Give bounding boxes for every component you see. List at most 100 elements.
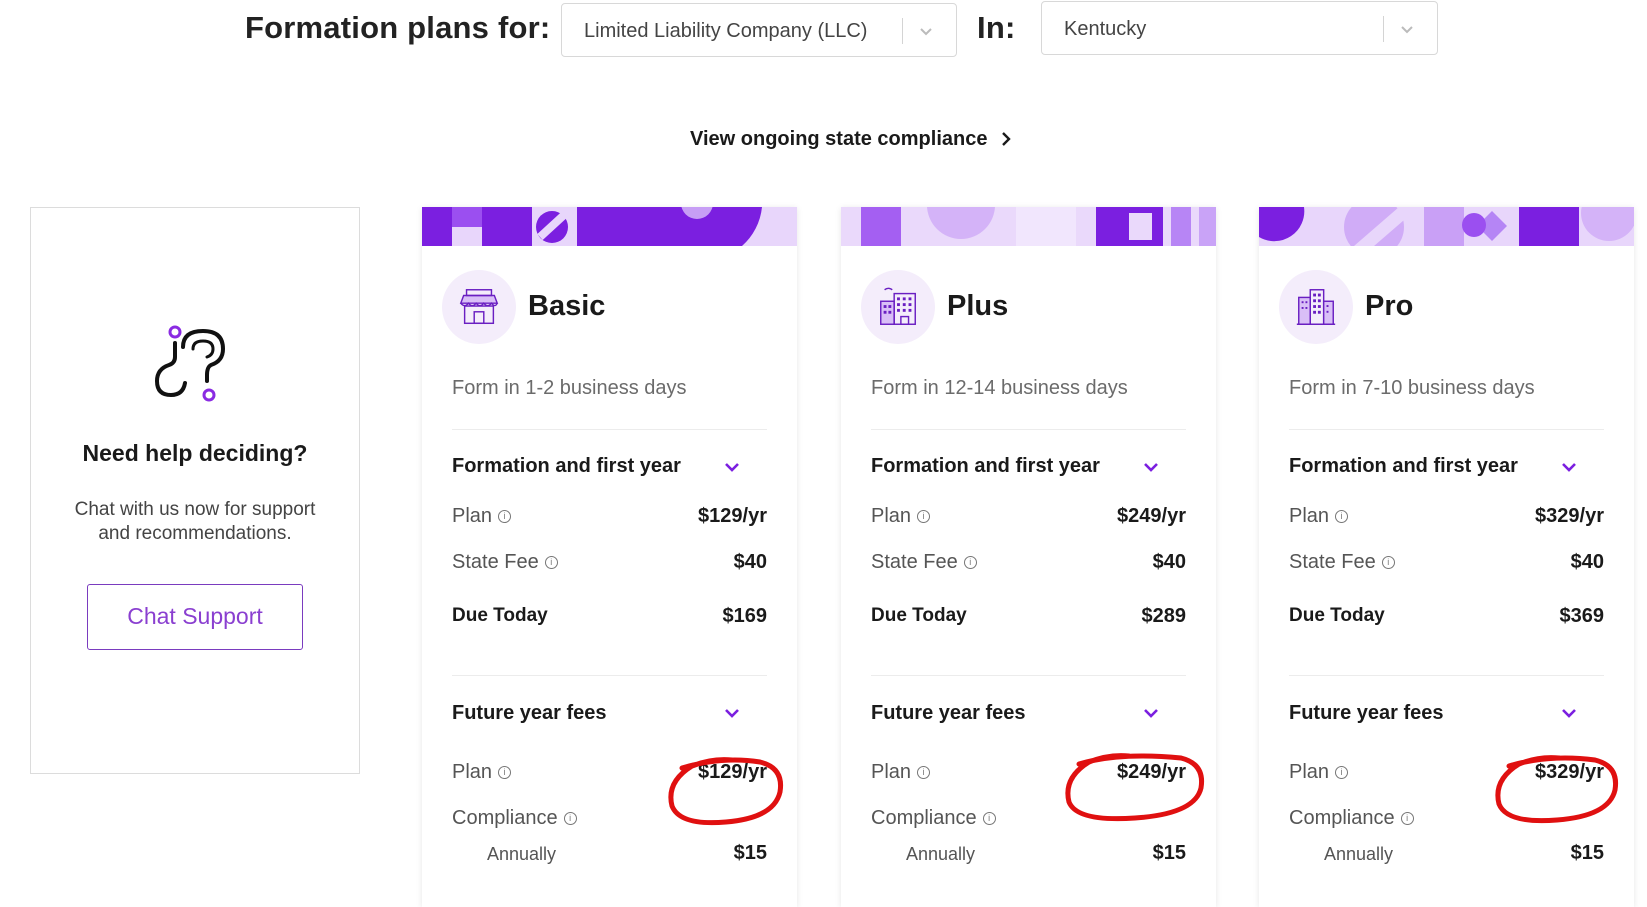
future-plan-row-label: Plan i: [1289, 761, 1349, 784]
info-icon[interactable]: i: [917, 766, 931, 780]
due-today-value: $289: [1141, 605, 1187, 627]
chevron-down-icon[interactable]: [723, 707, 741, 719]
annually-value: $15: [1152, 842, 1186, 864]
view-compliance-label: View ongoing state compliance: [690, 128, 988, 150]
formation-time: Form in 12-14 business days: [871, 377, 1128, 399]
compliance-row-label: Compliance i: [1289, 807, 1414, 830]
chevron-down-icon[interactable]: [1560, 707, 1578, 719]
plan-label: Plan: [1289, 761, 1330, 783]
state-value: Kentucky: [1064, 18, 1147, 40]
plan-banner: [1259, 207, 1634, 246]
view-compliance-link[interactable]: View ongoing state compliance: [690, 128, 1012, 151]
info-icon[interactable]: i: [498, 510, 512, 524]
formation-first-year-title[interactable]: Formation and first year: [1289, 455, 1518, 478]
plan-label: Plan: [452, 761, 493, 783]
divider: [871, 675, 1186, 676]
due-today-value: $169: [722, 605, 768, 627]
in-label: In:: [977, 10, 1016, 45]
entity-type-value: Limited Liability Company (LLC): [584, 20, 868, 42]
formation-first-year-title[interactable]: Formation and first year: [452, 455, 681, 478]
chevron-down-icon[interactable]: [1142, 707, 1160, 719]
plan-label: Plan: [871, 761, 912, 783]
question-marks-icon: [154, 325, 226, 402]
compliance-label: Compliance: [1289, 807, 1395, 829]
state-fee-value: $40: [1570, 551, 1604, 573]
state-fee-value: $40: [733, 551, 767, 573]
divider: [452, 429, 767, 430]
plan-card-plus: Plus Form in 12-14 business days Formati…: [841, 207, 1216, 907]
future-plan-price: $249/yr: [1117, 761, 1186, 783]
state-select[interactable]: Kentucky: [1041, 1, 1438, 55]
plan-name: Basic: [528, 290, 606, 322]
help-title: Need help deciding?: [82, 440, 308, 466]
compliance-row-label: Compliance i: [452, 807, 577, 830]
plan-banner: [841, 207, 1216, 246]
chevron-down-icon[interactable]: [1142, 461, 1160, 473]
future-plan-row-label: Plan i: [871, 761, 931, 784]
future-year-fees-title[interactable]: Future year fees: [452, 702, 607, 725]
state-fee-label: State Fee: [1289, 551, 1376, 573]
due-today-value: $369: [1559, 605, 1605, 627]
select-separator: [902, 18, 903, 44]
storefront-icon: [442, 270, 516, 344]
plan-card-pro: Pro Form in 7-10 business days Formation…: [1259, 207, 1634, 907]
chat-support-button[interactable]: Chat Support: [87, 584, 303, 650]
entity-type-select[interactable]: Limited Liability Company (LLC): [561, 3, 957, 57]
future-plan-row-label: Plan i: [452, 761, 512, 784]
chevron-down-icon[interactable]: [1560, 461, 1578, 473]
help-subtitle-line: and recommendations.: [98, 523, 292, 544]
state-fee-row-label: State Fee i: [871, 551, 977, 574]
annually-label: Annually: [1324, 844, 1394, 864]
divider: [871, 429, 1186, 430]
plan-price: $329/yr: [1535, 505, 1604, 527]
info-icon[interactable]: i: [1400, 812, 1414, 826]
info-icon[interactable]: i: [1335, 510, 1349, 524]
skyscraper-icon: [1279, 270, 1353, 344]
chevron-down-icon[interactable]: [723, 461, 741, 473]
chevron-right-icon: [1002, 132, 1011, 146]
chevron-down-icon: [920, 28, 932, 36]
plan-row-label: Plan i: [452, 505, 512, 528]
info-icon[interactable]: i: [563, 812, 577, 826]
select-separator: [1383, 16, 1384, 42]
compliance-label: Compliance: [452, 807, 558, 829]
plan-row-label: Plan i: [1289, 505, 1349, 528]
help-subtitle: Chat with us now for support and recomme…: [31, 498, 359, 546]
info-icon[interactable]: i: [963, 556, 977, 570]
help-card: Need help deciding? Chat with us now for…: [30, 207, 360, 774]
info-icon[interactable]: i: [498, 766, 512, 780]
formation-plans-label: Formation plans for:: [245, 10, 551, 45]
due-today-label: Due Today: [871, 605, 967, 626]
divider: [452, 675, 767, 676]
divider: [1289, 675, 1604, 676]
due-today-label: Due Today: [1289, 605, 1385, 626]
annually-value: $15: [733, 842, 767, 864]
due-today-label: Due Today: [452, 605, 548, 626]
plan-label: Plan: [452, 505, 493, 527]
plan-price: $129/yr: [698, 505, 767, 527]
future-year-fees-title[interactable]: Future year fees: [1289, 702, 1444, 725]
info-icon[interactable]: i: [982, 812, 996, 826]
plan-label: Plan: [1289, 505, 1330, 527]
formation-first-year-title[interactable]: Formation and first year: [871, 455, 1100, 478]
future-plan-price: $129/yr: [698, 761, 767, 783]
plan-price: $249/yr: [1117, 505, 1186, 527]
future-plan-price: $329/yr: [1535, 761, 1604, 783]
info-icon[interactable]: i: [917, 510, 931, 524]
plan-name: Pro: [1365, 290, 1414, 322]
plan-row-label: Plan i: [871, 505, 931, 528]
state-fee-row-label: State Fee i: [452, 551, 558, 574]
info-icon[interactable]: i: [544, 556, 558, 570]
annually-label: Annually: [487, 844, 557, 864]
state-fee-row-label: State Fee i: [1289, 551, 1395, 574]
divider: [1289, 429, 1604, 430]
plan-banner: [422, 207, 797, 246]
state-fee-label: State Fee: [452, 551, 539, 573]
info-icon[interactable]: i: [1335, 766, 1349, 780]
chevron-down-icon: [1401, 26, 1413, 34]
formation-time: Form in 7-10 business days: [1289, 377, 1535, 399]
plan-card-basic: Basic Form in 1-2 business days Formatio…: [422, 207, 797, 907]
future-year-fees-title[interactable]: Future year fees: [871, 702, 1026, 725]
formation-time: Form in 1-2 business days: [452, 377, 687, 399]
info-icon[interactable]: i: [1381, 556, 1395, 570]
